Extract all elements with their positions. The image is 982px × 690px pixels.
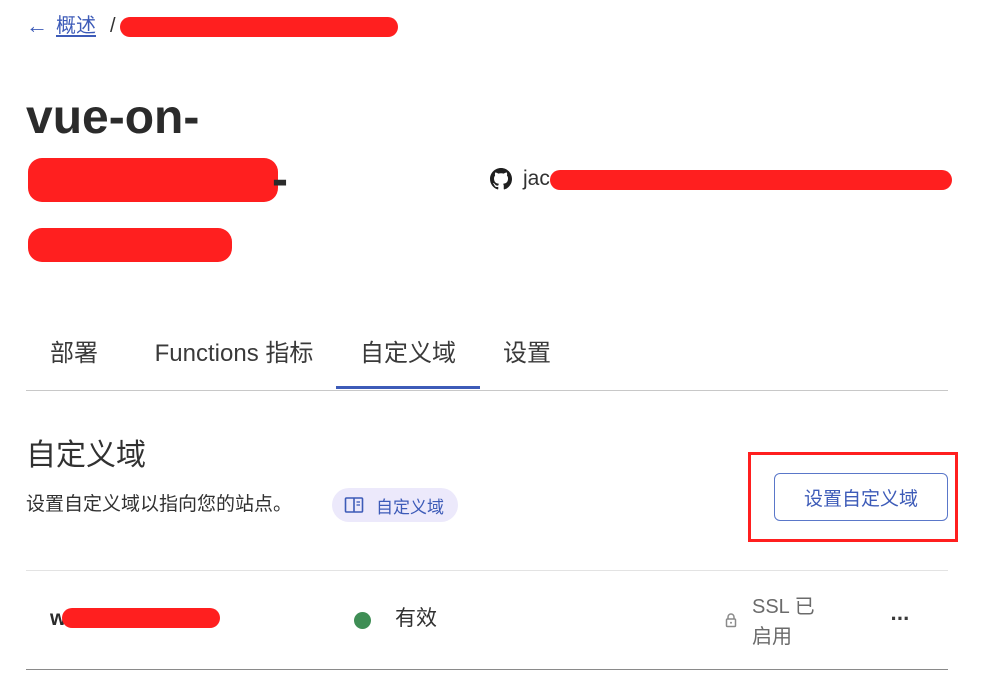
- tab-functions-metrics-label: Functions 指标: [154, 340, 314, 367]
- row-divider-bottom: [26, 669, 948, 670]
- ssl-status: SSL 已启用: [752, 596, 815, 648]
- section-description: 设置自定义域以指向您的站点。: [26, 494, 293, 515]
- tab-custom-domains[interactable]: 自定义域: [336, 330, 480, 389]
- tab-custom-domains-label: 自定义域: [360, 340, 456, 367]
- redacted-repo-name: [550, 170, 952, 190]
- tab-bar: 部署 Functions 指标 自定义域 设置: [26, 330, 948, 391]
- tab-settings[interactable]: 设置: [492, 330, 562, 389]
- tab-settings-label: 设置: [503, 340, 551, 367]
- github-icon: [490, 168, 512, 190]
- domain-status: 有效: [395, 607, 437, 630]
- docs-chip-label: 自定义域: [376, 497, 444, 517]
- tab-deployments[interactable]: 部署: [26, 330, 122, 389]
- tab-deployments-label: 部署: [50, 340, 98, 367]
- more-actions-button[interactable]: ···: [884, 604, 916, 634]
- repo-link[interactable]: jac: [523, 166, 550, 192]
- book-icon: [344, 497, 364, 513]
- section-title: 自定义域: [26, 439, 146, 472]
- set-custom-domain-button[interactable]: 设置自定义域: [774, 473, 948, 521]
- redacted-breadcrumb-project: [120, 17, 398, 37]
- page-title: vue-on-: [26, 91, 200, 144]
- redacted-title-part-1: [28, 158, 278, 202]
- status-valid-dot: [354, 612, 371, 629]
- lock-icon: [725, 613, 737, 628]
- page-title-dash: -: [272, 153, 288, 206]
- back-arrow-icon[interactable]: ←: [26, 14, 48, 38]
- breadcrumb-separator: /: [110, 15, 116, 37]
- redacted-title-part-2: [28, 228, 232, 262]
- row-divider-top: [26, 570, 948, 571]
- tab-functions-metrics[interactable]: Functions 指标: [136, 330, 332, 389]
- breadcrumb-overview-link[interactable]: 概述: [56, 14, 96, 38]
- redacted-domain-name: [62, 608, 220, 628]
- custom-domain-docs-chip[interactable]: 自定义域: [332, 488, 458, 522]
